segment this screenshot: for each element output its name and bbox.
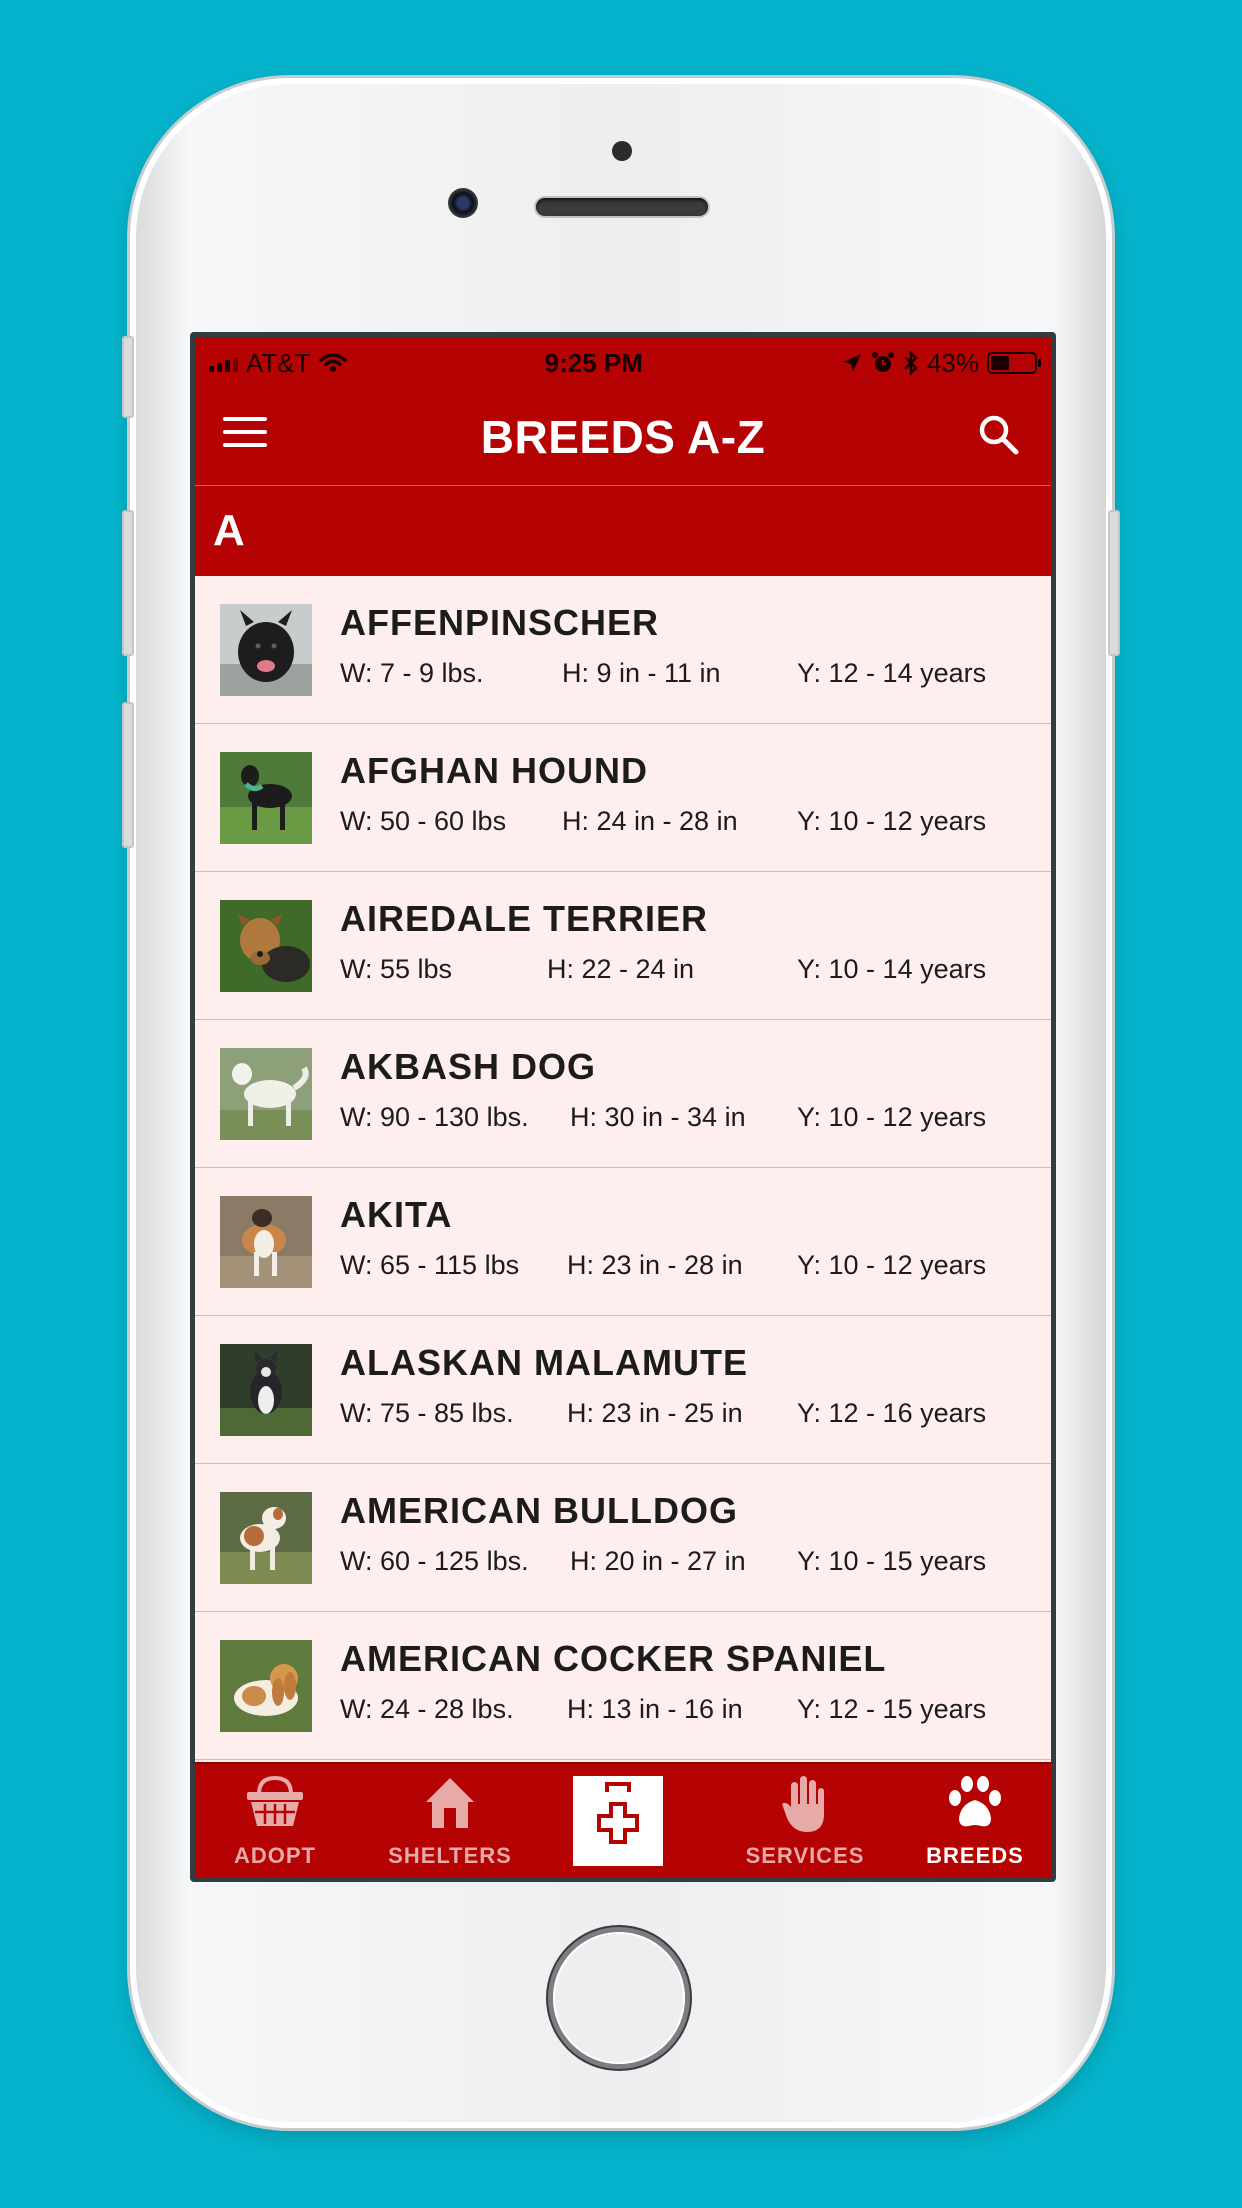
battery-percent: 43% [926, 347, 979, 378]
breed-photo [220, 752, 312, 844]
menu-button[interactable] [223, 417, 267, 457]
breed-photo [220, 1640, 312, 1732]
proximity-sensor [612, 141, 632, 161]
breed-weight: W: 60 - 125 lbs. [340, 1546, 529, 1576]
earpiece-speaker [536, 198, 708, 216]
house-icon [426, 1778, 474, 1828]
breed-name: ALASKAN MALAMUTE [340, 1342, 748, 1383]
page-title: BREEDS A-Z [480, 411, 766, 463]
tab-shelters-label: SHELTERS [388, 1843, 512, 1868]
breed-photo [220, 1344, 312, 1436]
breed-weight: W: 50 - 60 lbs [340, 806, 507, 836]
basket-icon [247, 1775, 303, 1826]
alarm-icon [871, 352, 894, 372]
menu-icon [223, 417, 267, 421]
breed-height: H: 24 in - 28 in [562, 806, 738, 836]
power-button [1108, 510, 1120, 656]
list-item[interactable]: AMERICAN BULLDOG W: 60 - 125 lbs. H: 20 … [195, 1464, 1051, 1612]
breed-weight: W: 90 - 130 lbs. [340, 1102, 529, 1132]
nav-bar: BREEDS A-Z [195, 389, 1051, 486]
carrier-label: AT&T [246, 347, 311, 378]
breed-height: H: 30 in - 34 in [570, 1102, 746, 1132]
tab-first-aid[interactable] [573, 1776, 663, 1866]
breed-list[interactable]: AFFENPINSCHER W: 7 - 9 lbs. H: 9 in - 11… [195, 576, 1051, 1760]
search-button[interactable] [977, 413, 1021, 457]
bluetooth-icon [904, 350, 918, 376]
tab-adopt-label: ADOPT [234, 1843, 316, 1868]
front-camera [448, 188, 478, 218]
tab-shelters[interactable]: SHELTERS [360, 1764, 540, 1877]
breed-name: AIREDALE TERRIER [340, 898, 709, 939]
paw-icon [949, 1776, 1001, 1827]
breed-name: AKITA [340, 1194, 453, 1235]
breed-weight: W: 7 - 9 lbs. [340, 658, 484, 688]
tab-services-label: SERVICES [745, 1843, 865, 1868]
first-aid-kit-icon [597, 1782, 639, 1844]
search-icon [979, 415, 1019, 455]
breed-photo [220, 1492, 312, 1584]
breed-name: AMERICAN COCKER SPANIEL [340, 1638, 887, 1679]
list-item[interactable]: AFFENPINSCHER W: 7 - 9 lbs. H: 9 in - 11… [195, 576, 1051, 724]
breed-height: H: 9 in - 11 in [562, 658, 721, 688]
breed-lifespan: Y: 10 - 14 years [797, 954, 987, 984]
breed-lifespan: Y: 10 - 12 years [797, 1102, 987, 1132]
breed-lifespan: Y: 12 - 16 years [797, 1398, 987, 1428]
breed-weight: W: 75 - 85 lbs. [340, 1398, 514, 1428]
volume-down-button [122, 702, 134, 848]
breed-lifespan: Y: 10 - 12 years [797, 806, 987, 836]
screen: AT&T 9:25 PM 43% BREEDS A-Z A AFFENPINSC… [190, 332, 1056, 1882]
breed-name: AFGHAN HOUND [340, 750, 648, 791]
breed-photo [220, 1196, 312, 1288]
home-button[interactable] [553, 1932, 685, 2064]
status-time: 9:25 PM [544, 347, 643, 378]
breed-lifespan: Y: 12 - 14 years [797, 658, 987, 688]
list-item[interactable]: AFGHAN HOUND W: 50 - 60 lbs H: 24 in - 2… [195, 724, 1051, 872]
section-header: A [195, 486, 1051, 576]
breed-weight: W: 24 - 28 lbs. [340, 1694, 514, 1724]
silent-switch [122, 336, 134, 418]
tab-breeds-label: BREEDS [926, 1843, 1024, 1868]
volume-up-button [122, 510, 134, 656]
breed-lifespan: Y: 12 - 15 years [797, 1694, 987, 1724]
breed-name: AMERICAN BULLDOG [340, 1490, 738, 1531]
breed-name: AFFENPINSCHER [340, 602, 660, 643]
status-bar: AT&T 9:25 PM 43% [195, 337, 1051, 389]
tab-bar: ADOPT SHELTERS SERVICES BREEDS [195, 1762, 1051, 1877]
breed-lifespan: Y: 10 - 12 years [797, 1250, 987, 1280]
breed-photo [220, 1048, 312, 1140]
list-item[interactable]: AKITA W: 65 - 115 lbs H: 23 in - 28 in Y… [195, 1168, 1051, 1316]
breed-height: H: 13 in - 16 in [567, 1694, 743, 1724]
breed-photo [220, 900, 312, 992]
tab-adopt[interactable]: ADOPT [195, 1764, 355, 1877]
breed-photo [220, 604, 312, 696]
breed-height: H: 23 in - 28 in [567, 1250, 743, 1280]
battery-icon [987, 352, 1041, 374]
signal-strength-icon [209, 354, 238, 372]
tab-services[interactable]: SERVICES [715, 1764, 895, 1877]
tab-breeds[interactable]: BREEDS [895, 1764, 1051, 1877]
location-arrow-icon [842, 354, 861, 372]
list-item[interactable]: ALASKAN MALAMUTE W: 75 - 85 lbs. H: 23 i… [195, 1316, 1051, 1464]
app-screen: AT&T 9:25 PM 43% BREEDS A-Z A AFFENPINSC… [195, 337, 1051, 1877]
breed-lifespan: Y: 10 - 15 years [797, 1546, 987, 1576]
list-item[interactable]: AKBASH DOG W: 90 - 130 lbs. H: 30 in - 3… [195, 1020, 1051, 1168]
list-item[interactable]: AMERICAN COCKER SPANIEL W: 24 - 28 lbs. … [195, 1612, 1051, 1760]
breed-name: AKBASH DOG [340, 1046, 597, 1087]
breed-height: H: 22 - 24 in [547, 954, 695, 984]
hand-icon [782, 1776, 824, 1832]
breed-weight: W: 65 - 115 lbs [340, 1250, 520, 1280]
breed-weight: W: 55 lbs [340, 954, 453, 984]
list-item[interactable]: AIREDALE TERRIER W: 55 lbs H: 22 - 24 in… [195, 872, 1051, 1020]
breed-height: H: 20 in - 27 in [570, 1546, 746, 1576]
wifi-icon [318, 353, 347, 372]
breed-height: H: 23 in - 25 in [567, 1398, 743, 1428]
